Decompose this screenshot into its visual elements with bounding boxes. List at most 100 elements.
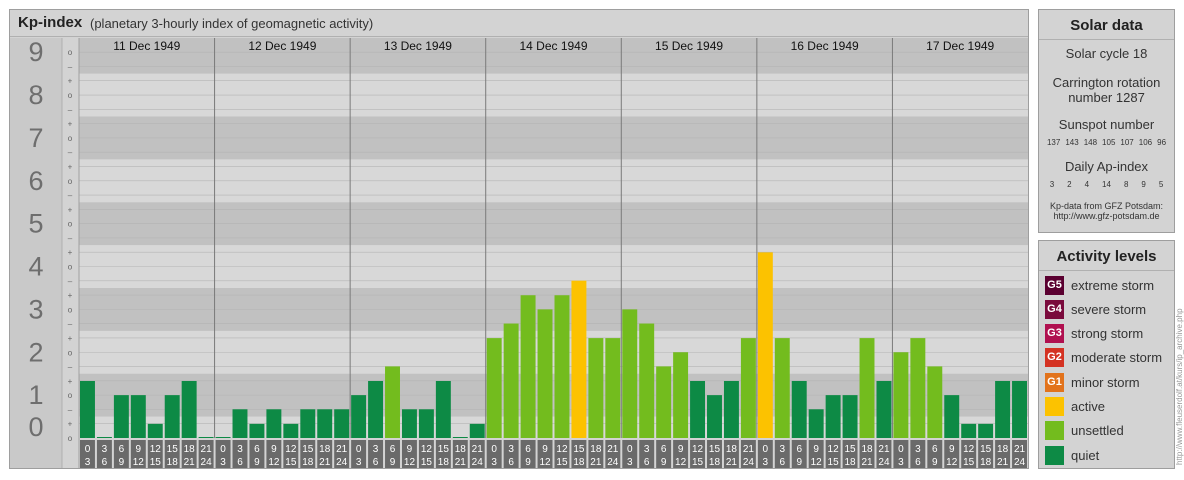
y-sub-tick-label: o <box>68 263 73 272</box>
sunspot-value: 107 <box>1120 138 1134 147</box>
kp-bar <box>554 295 570 438</box>
hour-end-label: 24 <box>743 457 755 468</box>
y-tick-label: 9 <box>28 37 43 67</box>
hour-end-label: 21 <box>319 457 331 468</box>
kp-bar <box>215 437 231 438</box>
hour-start-label: 18 <box>455 444 467 455</box>
hour-end-label: 12 <box>268 457 280 468</box>
hour-start-label: 21 <box>472 444 484 455</box>
sunspot-values: 137 143 148 105 107 106 96 <box>1039 138 1174 147</box>
kp-bar <box>232 409 248 438</box>
y-sub-tick-label: o <box>68 91 73 100</box>
hour-end-label: 6 <box>644 457 650 468</box>
hour-start-label: 12 <box>421 444 433 455</box>
kp-bar <box>486 338 502 438</box>
hour-end-label: 24 <box>336 457 348 468</box>
y-sub-tick-label: o <box>68 348 73 357</box>
y-sub-tick-label: + <box>68 334 73 343</box>
hour-start-label: 21 <box>336 444 348 455</box>
hour-end-label: 18 <box>709 457 721 468</box>
y-tick-label: 1 <box>28 380 43 410</box>
kp-bar <box>808 409 824 438</box>
hour-end-label: 24 <box>607 457 619 468</box>
ap-value: 4 <box>1084 180 1090 189</box>
hour-end-label: 3 <box>356 457 362 468</box>
y-tick-label: 5 <box>28 209 43 239</box>
hour-start-label: 12 <box>828 444 840 455</box>
kp-bar <box>944 395 960 438</box>
day-label: 14 Dec 1949 <box>519 39 587 53</box>
y-sub-tick-label: + <box>68 248 73 257</box>
y-sub-tick-label: + <box>68 120 73 129</box>
hour-start-label: 0 <box>763 444 769 455</box>
carrington-line1: Carrington rotation <box>1052 75 1161 90</box>
activity-level-swatch: G3 <box>1045 324 1064 344</box>
hour-start-label: 15 <box>438 444 450 455</box>
kp-bar-chart: 0123456789o+–o+–o+–o+–o+–o+–o+–o+–o+–o 11… <box>10 37 1028 468</box>
hour-start-label: 9 <box>678 444 684 455</box>
hour-start-label: 9 <box>949 444 955 455</box>
kp-bar <box>266 409 282 438</box>
kp-bar <box>842 395 858 438</box>
hour-start-label: 3 <box>102 444 108 455</box>
y-tick-label: 4 <box>28 252 43 282</box>
kp-bar <box>469 423 485 438</box>
ap-value: 14 <box>1102 180 1111 189</box>
activity-level-row: active <box>1045 397 1105 417</box>
day-label: 12 Dec 1949 <box>248 39 316 53</box>
kp-bar <box>859 338 875 438</box>
kp-bar <box>283 423 299 438</box>
kp-bar <box>249 423 265 438</box>
activity-level-row: G2 moderate storm <box>1045 348 1162 368</box>
hour-start-label: 9 <box>813 444 819 455</box>
hour-end-label: 9 <box>525 457 531 468</box>
kp-bar <box>757 252 773 438</box>
y-sub-tick-label: – <box>68 148 73 157</box>
y-tick-label: 6 <box>28 166 43 196</box>
hour-end-label: 9 <box>661 457 667 468</box>
hour-start-label: 3 <box>237 444 243 455</box>
hour-start-label: 6 <box>525 444 531 455</box>
y-sub-tick-label: + <box>68 77 73 86</box>
kp-bar <box>1012 380 1027 438</box>
hour-end-label: 12 <box>811 457 823 468</box>
hour-end-label: 15 <box>692 457 704 468</box>
hour-end-label: 9 <box>796 457 802 468</box>
hour-start-label: 21 <box>1014 444 1026 455</box>
kp-bar <box>995 380 1011 438</box>
hour-start-label: 3 <box>508 444 514 455</box>
hour-start-label: 18 <box>184 444 196 455</box>
hour-end-label: 9 <box>932 457 938 468</box>
sunspot-value: 137 <box>1046 138 1061 147</box>
activity-level-swatch <box>1045 397 1064 416</box>
kp-bar <box>639 323 655 438</box>
hour-start-label: 0 <box>491 444 497 455</box>
hour-start-label: 21 <box>743 444 755 455</box>
hour-start-label: 0 <box>85 444 91 455</box>
hour-start-label: 9 <box>542 444 548 455</box>
solar-data-panel: Solar data Solar cycle 18 Carrington rot… <box>1038 9 1175 233</box>
hour-end-label: 12 <box>404 457 416 468</box>
kp-bar <box>690 380 706 438</box>
hour-start-label: 0 <box>627 444 633 455</box>
kp-bar <box>791 380 807 438</box>
y-tick-label: 0 <box>28 412 43 442</box>
activity-level-label: extreme storm <box>1071 277 1155 293</box>
hour-end-label: 21 <box>184 457 196 468</box>
sunspot-value: 105 <box>1102 138 1116 147</box>
kp-bar <box>588 338 604 438</box>
y-sub-tick-label: – <box>68 105 73 114</box>
hour-end-label: 12 <box>946 457 958 468</box>
hour-end-label: 21 <box>997 457 1009 468</box>
kp-bar <box>503 323 519 438</box>
ap-value: 8 <box>1123 180 1129 189</box>
kp-bar <box>113 395 129 438</box>
hour-start-label: 15 <box>573 444 585 455</box>
kp-bar <box>673 352 689 438</box>
source-link[interactable]: http://www.gfz-potsdam.de <box>1039 211 1174 221</box>
ap-values: 3 2 4 14 8 9 5 <box>1039 180 1174 189</box>
hour-start-label: 9 <box>407 444 413 455</box>
hour-end-label: 15 <box>285 457 297 468</box>
kp-bar <box>605 338 621 438</box>
y-sub-tick-label: – <box>68 277 73 286</box>
